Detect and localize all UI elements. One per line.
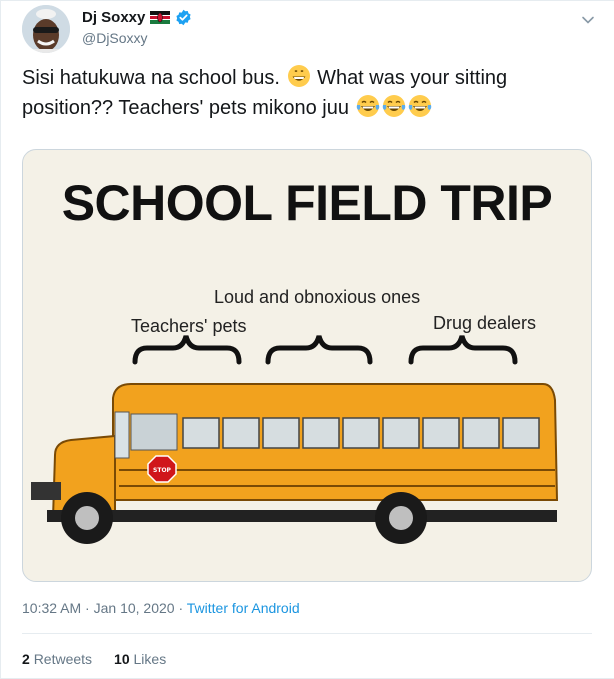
tweet-meta: 10:32 AM · Jan 10, 2020 · Twitter for An… [22, 600, 300, 616]
tweet-media-image[interactable]: STOP SCHOOL FIELD TRIP Loud and obnoxiou… [22, 149, 592, 582]
tweet-time[interactable]: 10:32 AM [22, 600, 81, 616]
grinning-face-icon [287, 64, 311, 88]
front-wheel [61, 492, 113, 544]
tweet-stats: 2 Retweets 10 Likes [22, 651, 166, 667]
likes-stat[interactable]: 10 Likes [114, 651, 166, 667]
tears-of-joy-icon [356, 94, 380, 118]
divider [22, 633, 592, 634]
separator: · [85, 600, 94, 616]
verified-badge-icon [175, 9, 192, 26]
chevron-down-icon[interactable] [580, 12, 596, 28]
user-name-row: Dj Soxxy [82, 9, 192, 26]
tweet-date[interactable]: Jan 10, 2020 [94, 600, 175, 616]
label-drug-dealers: Drug dealers [433, 313, 537, 333]
retweets-label: Retweets [33, 651, 93, 667]
stop-sign-label: STOP [153, 467, 172, 474]
kenya-flag-icon [150, 11, 171, 24]
tweet-text-part1: Sisi hatukuwa na school bus. [22, 67, 280, 89]
tweet-text: Sisi hatukuwa na school bus. What was yo… [22, 63, 592, 123]
retweets-stat[interactable]: 2 Retweets [22, 651, 92, 667]
meme-title: SCHOOL FIELD TRIP [61, 175, 553, 231]
likes-count: 10 [114, 651, 130, 667]
tears-of-joy-icon [382, 94, 406, 118]
brace-icons [132, 335, 518, 365]
separator: · [178, 600, 187, 616]
label-loud-ones: Loud and obnoxious ones [214, 287, 421, 307]
tears-of-joy-icon [408, 94, 432, 118]
rear-wheel [375, 492, 427, 544]
display-name[interactable]: Dj Soxxy [82, 9, 145, 26]
tweet-source-link[interactable]: Twitter for Android [187, 600, 300, 616]
label-teachers-pets: Teachers' pets [131, 316, 247, 336]
likes-label: Likes [133, 651, 167, 667]
avatar[interactable] [22, 5, 70, 53]
user-handle[interactable]: @DjSoxxy [82, 30, 148, 46]
retweets-count: 2 [22, 651, 30, 667]
